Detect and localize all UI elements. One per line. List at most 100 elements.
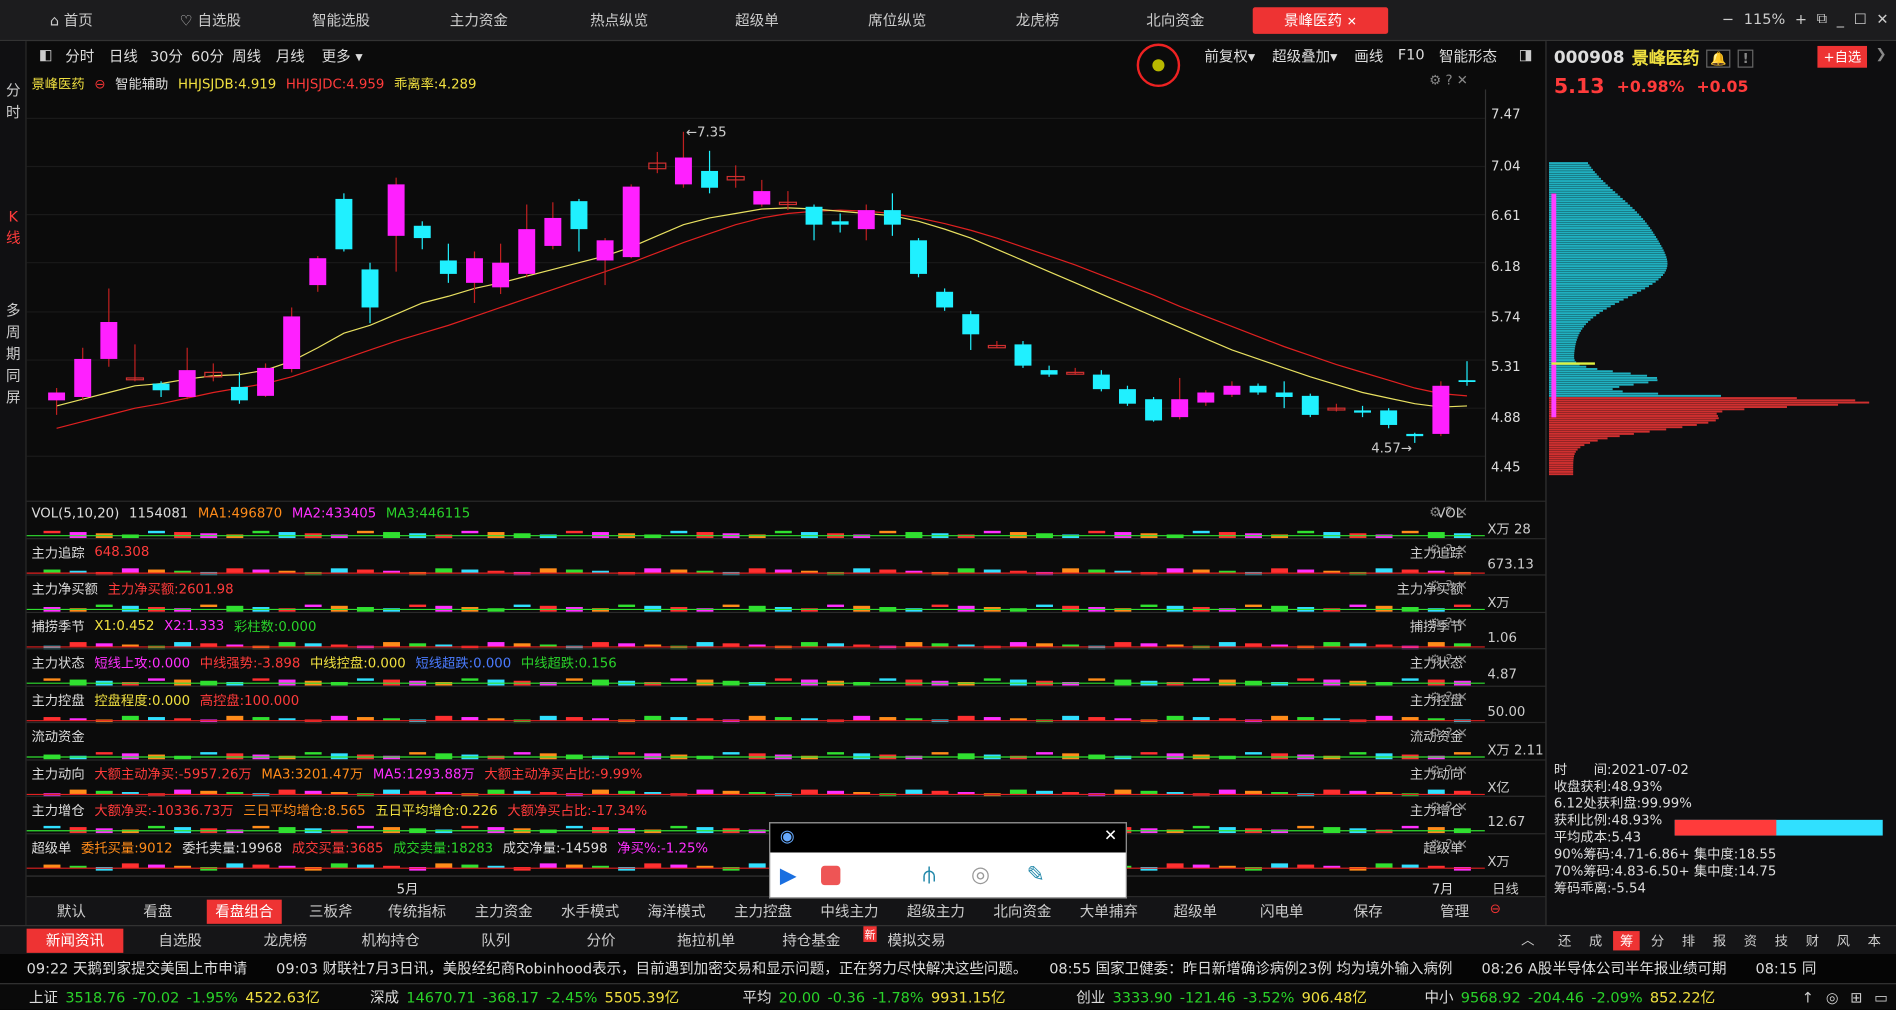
close-pane-icon[interactable]: ✕ — [1457, 541, 1468, 557]
news-tab[interactable]: 持仓基金 — [763, 929, 860, 953]
status-icon[interactable]: ▭ — [1874, 984, 1888, 1009]
template-tab[interactable]: 看盘 — [120, 900, 195, 924]
close-pane-icon[interactable]: ✕ — [1457, 504, 1468, 520]
template-tab[interactable]: 默认 — [34, 900, 109, 924]
template-tab[interactable]: 北向资金 — [985, 900, 1060, 924]
pane-name[interactable]: 主力状态 — [31, 653, 84, 672]
gear-icon[interactable]: ⚙ — [1429, 541, 1441, 557]
close-pane-icon[interactable]: ✕ — [1457, 652, 1468, 668]
view-tab-kline[interactable]: K线 — [5, 206, 22, 250]
news-tab[interactable]: 龙虎榜 — [237, 929, 334, 953]
marker-icon[interactable]: ⫛ — [923, 862, 936, 887]
news-tab[interactable]: 自选股 — [132, 929, 229, 953]
plus-icon[interactable]: + — [1795, 10, 1807, 27]
f10-button[interactable]: F10 — [1398, 46, 1425, 63]
stop-icon[interactable] — [821, 865, 841, 886]
gear-icon[interactable]: ⚙ — [1429, 504, 1441, 520]
status-icon[interactable]: ⊞ — [1850, 984, 1862, 1009]
pen-icon[interactable]: ✎ — [1027, 862, 1045, 887]
template-tab[interactable]: 水手模式 — [553, 900, 628, 924]
index-item[interactable]: 创业 3333.90 -121.46 -3.52% 906.48亿 — [1076, 984, 1367, 1009]
template-tab[interactable]: 海洋模式 — [639, 900, 714, 924]
help-icon[interactable]: ? — [1445, 578, 1452, 594]
side-tab[interactable]: 财 — [1799, 931, 1826, 950]
gear-icon[interactable]: ⚙ — [1429, 726, 1441, 742]
help-icon[interactable]: ? — [1445, 73, 1452, 89]
nav-tab-hotspot[interactable]: 热点纵览 — [571, 7, 668, 34]
period-more[interactable]: 更多 ▾ — [322, 46, 363, 67]
nav-tab-northbound[interactable]: 北向资金 — [1127, 7, 1224, 34]
status-icon[interactable]: ↑ — [1802, 984, 1814, 1009]
index-item[interactable]: 中小 9568.92 -204.46 -2.09% 852.22亿 — [1424, 984, 1715, 1009]
play-icon[interactable]: ▶ — [780, 863, 797, 888]
news-ticker[interactable]: 09:22 天鹅到家提交美国上市申请 09:03 财联社7月3日讯，美股经纪商R… — [0, 954, 1896, 984]
expand-icon[interactable]: ❯ — [1875, 46, 1886, 62]
minimize-icon[interactable]: _ — [1837, 10, 1844, 27]
help-icon[interactable]: ? — [1445, 689, 1452, 705]
side-tab[interactable]: 排 — [1675, 931, 1702, 950]
gear-icon[interactable]: ⚙ — [1429, 762, 1441, 778]
side-tab[interactable]: 资 — [1737, 931, 1764, 950]
template-tab[interactable]: 传统指标 — [380, 900, 455, 924]
view-tab-multi-period[interactable]: 多周期同屏 — [5, 300, 22, 409]
gear-icon[interactable]: ⚙ — [1429, 652, 1441, 668]
candlestick-chart[interactable]: ←7.35 4.57→ — [26, 89, 1546, 500]
window-icon[interactable]: ⧉ — [1817, 10, 1827, 28]
pane-name[interactable]: VOL(5,10,20) — [31, 505, 119, 521]
gear-icon[interactable]: ⚙ — [1429, 799, 1441, 815]
adjust-dropdown[interactable]: 前复权▾ — [1204, 46, 1255, 67]
template-tab[interactable]: 超级主力 — [898, 900, 973, 924]
nav-tab-seat[interactable]: 席位纵览 — [849, 7, 946, 34]
nav-tab-super-order[interactable]: 超级单 — [709, 7, 806, 34]
nav-tab-dragon-tiger[interactable]: 龙虎榜 — [989, 7, 1086, 34]
gear-icon[interactable]: ⚙ — [1429, 836, 1441, 852]
period-monthly[interactable]: 月线 — [276, 46, 305, 67]
pane-name[interactable]: 主力动向 — [31, 764, 84, 783]
nav-tab-stock[interactable]: 景峰医药 ✕ — [1252, 7, 1389, 34]
side-tab[interactable]: 技 — [1768, 931, 1795, 950]
bell-icon[interactable]: 🔔 — [1706, 48, 1731, 68]
template-tab[interactable]: 主力控盘 — [726, 900, 801, 924]
pane-name[interactable]: 主力追踪 — [31, 542, 84, 561]
index-item[interactable]: 上证 3518.76 -70.02 -1.95% 4522.63亿 — [29, 984, 320, 1009]
template-tab[interactable]: 中线主力 — [812, 900, 887, 924]
news-tab[interactable]: 拖拉机单 — [658, 929, 755, 953]
pane-name[interactable]: 主力净买额 — [31, 579, 98, 598]
gear-icon[interactable]: ⚙ — [1429, 578, 1441, 594]
help-icon[interactable]: ? — [1445, 726, 1452, 742]
webcam-icon[interactable]: ◎ — [971, 862, 990, 887]
close-pane-icon[interactable]: ✕ — [1457, 73, 1468, 89]
nav-tab-main-fund[interactable]: 主力资金 — [430, 7, 527, 34]
gear-icon[interactable]: ⚙ — [1429, 73, 1441, 89]
close-pane-icon[interactable]: ✕ — [1457, 615, 1468, 631]
status-indicator[interactable] — [1136, 43, 1181, 88]
add-watchlist-button[interactable]: +自选 — [1817, 45, 1868, 68]
side-tab[interactable]: 分 — [1644, 931, 1671, 950]
close-pane-icon[interactable]: ✕ — [1457, 836, 1468, 852]
template-tab[interactable]: 看盘组合 — [206, 899, 282, 924]
side-tab[interactable]: 筹 — [1613, 931, 1640, 951]
collapse-up-icon[interactable]: ︿ — [1521, 930, 1534, 949]
side-tab[interactable]: 风 — [1830, 931, 1857, 950]
period-weekly[interactable]: 周线 — [232, 46, 261, 67]
gear-icon[interactable]: ⚙ — [1429, 615, 1441, 631]
pane-name[interactable]: 主力控盘 — [31, 690, 84, 709]
help-icon[interactable]: ? — [1445, 652, 1452, 668]
overlay-dropdown[interactable]: 超级叠加▾ — [1272, 46, 1337, 67]
help-icon[interactable]: ? — [1445, 799, 1452, 815]
template-tab[interactable]: 超级单 — [1158, 900, 1233, 924]
close-icon[interactable]: ✕ — [1347, 16, 1357, 29]
close-pane-icon[interactable]: ✕ — [1457, 578, 1468, 594]
period-30min[interactable]: 30分 — [150, 46, 183, 67]
collapse-icon[interactable]: ⊖ — [1490, 901, 1501, 917]
smart-pattern-button[interactable]: 智能形态 — [1439, 46, 1497, 67]
pane-name[interactable]: 流动资金 — [31, 727, 84, 746]
side-tab[interactable]: 成 — [1582, 931, 1609, 950]
template-tab[interactable]: 三板斧 — [293, 900, 368, 924]
news-tab[interactable]: 模拟交易 — [868, 929, 965, 953]
index-item[interactable]: 深成 14670.71 -368.17 -2.45% 5505.39亿 — [370, 984, 679, 1009]
news-tab[interactable]: 机构持仓 — [342, 929, 439, 953]
help-icon[interactable]: ? — [1445, 541, 1452, 557]
side-tab[interactable]: 还 — [1551, 931, 1578, 950]
nav-tab-watchlist[interactable]: ♡ 自选股 — [162, 7, 259, 34]
